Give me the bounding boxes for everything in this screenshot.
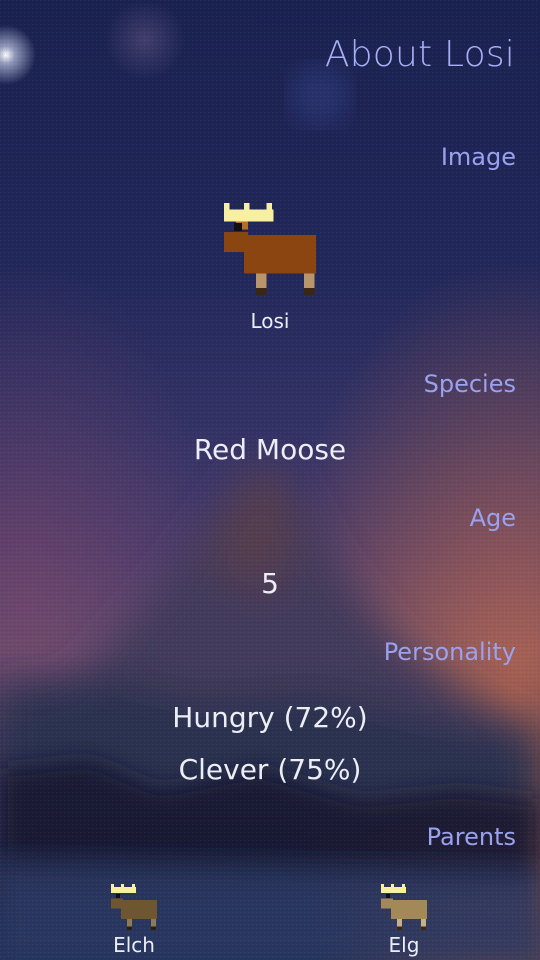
moose-icon [224,203,316,295]
age-value: 5 [261,567,279,600]
age-section-header: Age [469,504,516,532]
parent-name-label: Elch [113,933,155,957]
species-section-header: Species [423,370,516,398]
page-title: About Losi [324,34,515,75]
personality-trait: Clever (75%) [178,753,362,786]
parent-item-elg[interactable]: Elg [354,880,454,960]
parent-name-label: Elg [388,933,420,957]
parents-section-header: Parents [426,823,516,851]
about-page: About Losi Image Losi Species Red Moose … [0,0,540,960]
parent-item-elch[interactable]: Elch [84,880,184,960]
animal-name-label: Losi [250,309,290,333]
moose-icon [111,884,157,930]
personality-trait: Hungry (72%) [172,701,368,734]
moose-icon [381,884,427,930]
species-value: Red Moose [193,433,347,466]
image-section-header: Image [440,143,516,171]
personality-section-header: Personality [383,638,516,666]
